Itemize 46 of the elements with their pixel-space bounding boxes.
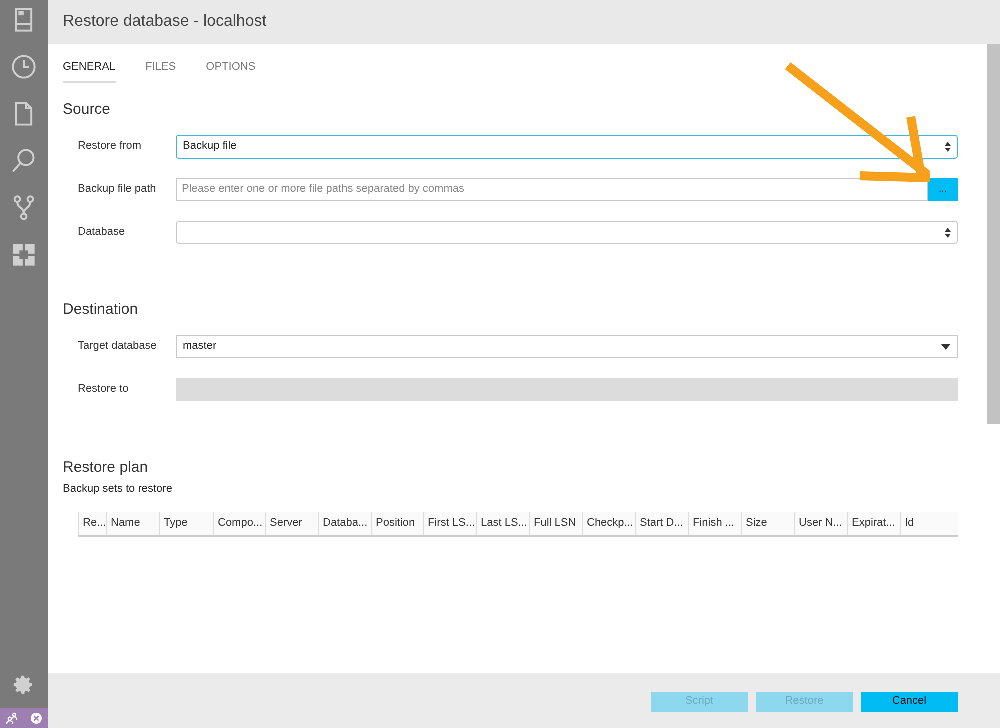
clock-icon[interactable] [11,54,37,80]
people-icon[interactable] [6,712,18,724]
column-header[interactable]: Name [106,512,159,534]
dropdown-field[interactable]: master [176,335,958,358]
field-label: Database [78,225,126,240]
column-header[interactable]: Compo... [213,512,265,534]
field-label: Target database [78,339,158,354]
column-header[interactable]: Id [900,512,957,534]
section-title: Destination [63,300,140,320]
section-title: Source [63,100,112,120]
column-header[interactable]: Databa... [318,512,371,534]
column-header[interactable]: User N... [794,512,847,534]
column-header[interactable]: Last LS... [476,512,529,534]
tab[interactable]: GENERAL [63,59,116,82]
branch-icon[interactable] [11,195,37,221]
section-title: Restore plan [63,458,150,478]
select-field[interactable] [176,221,958,244]
select-field[interactable]: Backup file [176,134,958,158]
browse-button[interactable]: ... [928,178,958,201]
column-header[interactable]: Size [741,512,794,534]
column-header[interactable]: Re... [78,512,106,534]
column-header[interactable]: First LS... [423,512,476,534]
file-path-field[interactable]: Please enter one or more file paths separated by commas [176,178,928,201]
column-header[interactable]: Full LSN [529,512,582,534]
search-icon[interactable] [11,148,37,174]
column-header[interactable]: Finish ... [688,512,741,534]
settings-icon[interactable] [13,674,35,696]
column-header[interactable]: Checkp... [582,512,635,534]
dialog-button[interactable]: Cancel [861,692,958,712]
section-subtitle: Backup sets to restore [63,482,174,497]
column-header[interactable]: Type [159,512,213,534]
column-header[interactable]: Position [371,512,423,534]
column-header[interactable]: Start D... [635,512,688,534]
tab[interactable]: FILES [146,59,176,82]
column-header[interactable]: Server [265,512,318,534]
field-label: Backup file path [78,182,158,198]
field-label: Restore from [78,139,143,154]
window-title: Restore database - localhost [63,12,267,32]
stepper-icon [945,142,951,152]
caret-icon [941,344,951,350]
close-icon[interactable] [30,712,42,724]
stepper-icon [945,228,951,238]
extensions-icon[interactable] [11,242,37,268]
field-label: Restore to [78,382,130,398]
tab[interactable]: OPTIONS [206,59,256,82]
column-header[interactable]: Expirat... [847,512,900,534]
